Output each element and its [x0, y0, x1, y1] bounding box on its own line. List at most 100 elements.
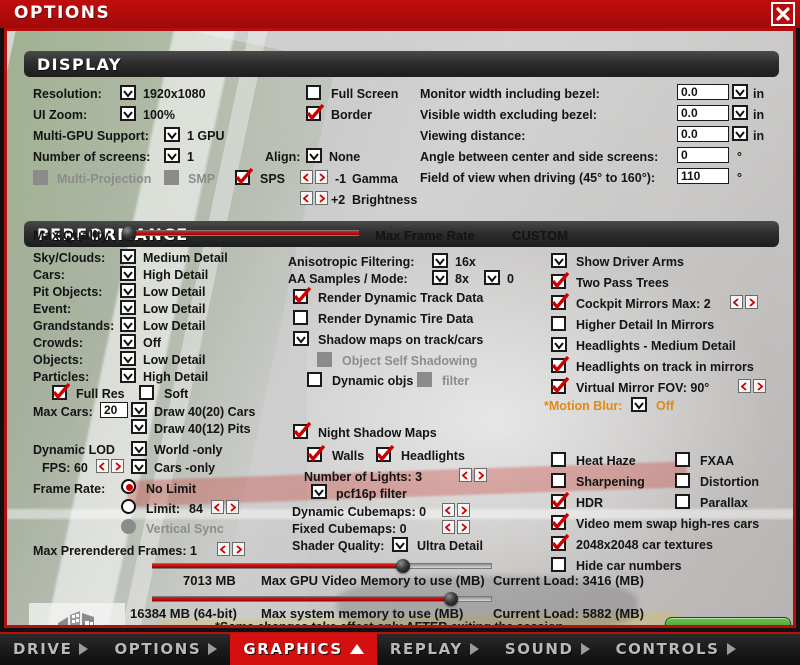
mirrors-increase-button[interactable]	[745, 295, 758, 309]
system-memory-slider[interactable]	[152, 592, 492, 606]
max-cars-input[interactable]: 20	[100, 402, 128, 418]
shader-quality-dropdown[interactable]	[392, 537, 408, 552]
two-pass-trees-checkbox[interactable]	[551, 272, 570, 289]
max-prerendered-stepper[interactable]	[217, 542, 245, 556]
visible-width-unit-dropdown[interactable]	[732, 105, 748, 120]
vm-fov-decrease-button[interactable]	[738, 379, 751, 393]
resolution-dropdown[interactable]	[120, 85, 136, 100]
fixed-cubemaps-increase-button[interactable]	[457, 520, 470, 534]
walls-checkbox[interactable]	[307, 445, 326, 462]
vm-fov-increase-button[interactable]	[753, 379, 766, 393]
draw-cars-dropdown[interactable]	[131, 402, 147, 417]
cockpit-mirrors-stepper[interactable]	[730, 295, 758, 309]
brightness-decrease-button[interactable]	[300, 191, 313, 205]
screen-angle-input[interactable]: 0	[677, 147, 729, 163]
number-of-lights-stepper[interactable]	[459, 468, 487, 482]
system-memory-slider-knob[interactable]	[444, 592, 458, 606]
video-mem-swap-checkbox[interactable]	[551, 513, 570, 530]
fxaa-checkbox[interactable]	[675, 452, 690, 467]
screens-dropdown[interactable]	[164, 148, 180, 163]
ui-zoom-dropdown[interactable]	[120, 106, 136, 121]
show-driver-arms-dropdown[interactable]	[551, 253, 567, 268]
dynamic-cubemaps-stepper[interactable]	[442, 503, 470, 517]
brightness-increase-button[interactable]	[315, 191, 328, 205]
higher-detail-mirrors-checkbox[interactable]	[551, 316, 566, 331]
tab-drive[interactable]: DRIVE	[0, 633, 101, 665]
particles-dropdown[interactable]	[120, 368, 136, 383]
pit-objects-dropdown[interactable]	[120, 283, 136, 298]
cars-detail-dropdown[interactable]	[120, 266, 136, 281]
fps-increase-button[interactable]	[111, 459, 124, 473]
headlights-shadow-checkbox[interactable]	[376, 445, 395, 462]
headlights-mirrors-checkbox[interactable]	[551, 356, 570, 373]
cockpit-mirrors-checkbox[interactable]	[551, 293, 570, 310]
fixed-cubemaps-decrease-button[interactable]	[442, 520, 455, 534]
gamma-increase-button[interactable]	[315, 170, 328, 184]
lights-decrease-button[interactable]	[459, 468, 472, 482]
night-shadow-maps-checkbox[interactable]	[293, 422, 312, 439]
quality-slider-knob[interactable]	[122, 226, 136, 240]
distortion-checkbox[interactable]	[675, 473, 690, 488]
viewing-distance-input[interactable]: 0.0	[677, 126, 729, 142]
render-track-data-checkbox[interactable]	[293, 287, 312, 304]
gamma-stepper[interactable]	[300, 170, 328, 184]
full-res-checkbox[interactable]	[52, 383, 71, 400]
hdr-checkbox[interactable]	[551, 492, 570, 509]
no-limit-radio[interactable]	[121, 479, 136, 494]
crowds-dropdown[interactable]	[120, 334, 136, 349]
prerendered-decrease-button[interactable]	[217, 542, 230, 556]
fov-input[interactable]: 110	[677, 168, 729, 184]
done-button[interactable]: Done	[665, 617, 791, 625]
soft-checkbox[interactable]	[139, 385, 154, 400]
headlights-detail-dropdown[interactable]	[551, 337, 567, 352]
limit-stepper[interactable]	[211, 500, 239, 514]
gamma-decrease-button[interactable]	[300, 170, 313, 184]
virtual-mirror-checkbox[interactable]	[551, 377, 570, 394]
fps-decrease-button[interactable]	[96, 459, 109, 473]
dyn-cubemaps-increase-button[interactable]	[457, 503, 470, 517]
mirrors-decrease-button[interactable]	[730, 295, 743, 309]
virtual-mirror-fov-stepper[interactable]	[738, 379, 766, 393]
viewing-distance-unit-dropdown[interactable]	[732, 126, 748, 141]
car-textures-checkbox[interactable]	[551, 534, 570, 551]
tab-replay[interactable]: REPLAY	[377, 633, 492, 665]
fps-stepper[interactable]	[96, 459, 124, 473]
monitor-width-input[interactable]: 0.0	[677, 84, 729, 100]
aa-samples-dropdown[interactable]	[432, 270, 448, 285]
world-only-dropdown[interactable]	[131, 441, 147, 456]
tab-sound[interactable]: SOUND	[492, 633, 603, 665]
tab-graphics[interactable]: GRAPHICS	[230, 633, 377, 665]
cars-only-dropdown[interactable]	[131, 459, 147, 474]
render-tire-data-checkbox[interactable]	[293, 310, 308, 325]
gpu-memory-slider-knob[interactable]	[396, 559, 410, 573]
dynamic-objs-checkbox[interactable]	[307, 372, 322, 387]
hide-car-numbers-checkbox[interactable]	[551, 557, 566, 572]
visible-width-input[interactable]: 0.0	[677, 105, 729, 121]
event-dropdown[interactable]	[120, 300, 136, 315]
close-button[interactable]	[771, 2, 795, 26]
objects-dropdown[interactable]	[120, 351, 136, 366]
shadow-maps-dropdown[interactable]	[293, 331, 309, 346]
sky-clouds-dropdown[interactable]	[120, 249, 136, 264]
quality-slider[interactable]	[122, 226, 359, 240]
monitor-width-unit-dropdown[interactable]	[732, 84, 748, 99]
lights-increase-button[interactable]	[474, 468, 487, 482]
border-checkbox[interactable]	[306, 104, 325, 121]
prerendered-increase-button[interactable]	[232, 542, 245, 556]
multi-gpu-dropdown[interactable]	[164, 127, 180, 142]
motion-blur-dropdown[interactable]	[631, 397, 647, 412]
brightness-stepper[interactable]	[300, 191, 328, 205]
tab-controls[interactable]: CONTROLS	[603, 633, 749, 665]
heat-haze-checkbox[interactable]	[551, 452, 566, 467]
pcf-filter-dropdown[interactable]	[311, 484, 327, 499]
draw-pits-dropdown[interactable]	[131, 419, 147, 434]
limit-radio[interactable]	[121, 499, 136, 514]
full-screen-checkbox[interactable]	[306, 85, 321, 100]
sharpening-checkbox[interactable]	[551, 473, 566, 488]
anisotropic-dropdown[interactable]	[432, 253, 448, 268]
dyn-cubemaps-decrease-button[interactable]	[442, 503, 455, 517]
tab-options[interactable]: OPTIONS	[101, 633, 230, 665]
gpu-memory-slider[interactable]	[152, 559, 492, 573]
align-dropdown[interactable]	[306, 148, 322, 163]
limit-decrease-button[interactable]	[211, 500, 224, 514]
